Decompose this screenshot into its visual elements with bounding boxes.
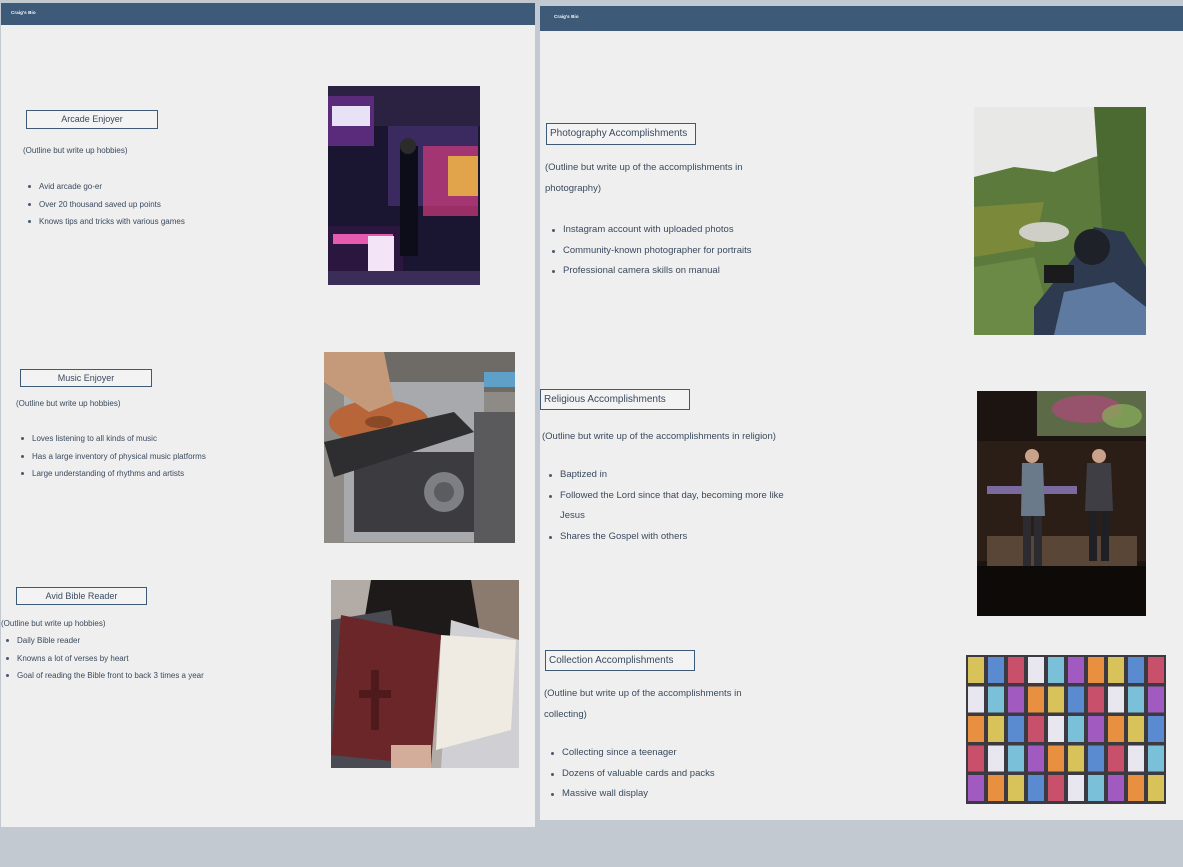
list-item-line: Followed the Lord since that day, becomi…	[560, 489, 784, 501]
list-item: Has a large inventory of physical music …	[18, 448, 206, 466]
section-note: (Outline but write up of the accomplishm…	[544, 683, 741, 725]
section-note: (Outline but write up of the accomplishm…	[545, 157, 742, 199]
list-item: Professional camera skills on manual	[549, 261, 752, 282]
section-title: Photography Accomplishments	[550, 128, 688, 139]
list-item: Over 20 thousand saved up points	[25, 196, 185, 214]
section-list: Collecting since a teenager Dozens of va…	[548, 743, 715, 805]
list-item: Instagram account with uploaded photos	[549, 220, 752, 241]
hobby-title: Music Enjoyer	[57, 373, 115, 383]
list-item: Avid arcade go-er	[25, 178, 185, 196]
list-item: Community-known photographer for portrai…	[549, 241, 752, 262]
list-item: Loves listening to all kinds of music	[18, 430, 206, 448]
hobby-note: (Outline but write up hobbies)	[1, 619, 106, 628]
hobby-title: Avid Bible Reader	[45, 591, 118, 601]
hobby-list: Loves listening to all kinds of music Ha…	[18, 430, 206, 483]
top-bar: Craig's Bio	[1, 3, 535, 25]
garden-photographer-photo	[974, 107, 1146, 335]
list-item: Knows tips and tricks with various games	[25, 213, 185, 231]
section-title-box: Collection Accomplishments	[545, 650, 695, 671]
list-item: Followed the Lord since that day, becomi…	[546, 486, 784, 527]
hobby-list: Avid arcade go-er Over 20 thousand saved…	[25, 178, 185, 231]
hobby-title: Arcade Enjoyer	[61, 114, 123, 124]
section-title: Religious Accomplishments	[544, 394, 666, 405]
section-list: Instagram account with uploaded photos C…	[549, 220, 752, 282]
list-item: Large understanding of rhythms and artis…	[18, 465, 206, 483]
list-item: Dozens of valuable cards and packs	[548, 764, 715, 785]
hobby-note: (Outline but write up hobbies)	[16, 399, 121, 408]
card-packs-wall-photo	[966, 655, 1166, 804]
hobby-title-box: Arcade Enjoyer	[26, 110, 158, 129]
hobby-note: (Outline but write up hobbies)	[23, 146, 128, 155]
list-item: Baptized in	[546, 465, 784, 486]
cd-player-photo	[324, 352, 515, 543]
note-line: collecting)	[544, 709, 587, 720]
list-item: Goal of reading the Bible front to back …	[3, 667, 204, 685]
hobby-list: Daily Bible reader Knowns a lot of verse…	[3, 632, 204, 685]
section-list: Baptized in Followed the Lord since that…	[546, 465, 784, 547]
site-brand[interactable]: Craig's Bio	[11, 10, 36, 15]
bottom-band	[0, 827, 1183, 867]
list-item: Shares the Gospel with others	[546, 527, 784, 548]
hobby-title-box: Avid Bible Reader	[16, 587, 147, 605]
hobby-title-box: Music Enjoyer	[20, 369, 152, 387]
bible-reading-photo	[331, 580, 519, 768]
section-title-box: Religious Accomplishments	[540, 389, 690, 410]
section-note: (Outline but write up of the accomplishm…	[542, 426, 776, 447]
list-item-line: Jesus	[560, 510, 585, 521]
bio-page-right: Craig's Bio Photography Accomplishments …	[540, 6, 1183, 820]
top-bar: Craig's Bio	[540, 6, 1183, 31]
note-line: (Outline but write up of the accomplishm…	[542, 431, 776, 442]
note-line: photography)	[545, 183, 601, 194]
site-brand[interactable]: Craig's Bio	[554, 14, 579, 19]
arcade-photo	[328, 86, 480, 285]
stage-speakers-photo	[977, 391, 1146, 616]
list-item-line: Baptized in	[560, 469, 608, 480]
list-item-line: Shares the Gospel with others	[560, 530, 688, 542]
list-item: Daily Bible reader	[3, 632, 204, 650]
list-item: Massive wall display	[548, 784, 715, 805]
list-item: Collecting since a teenager	[548, 743, 715, 764]
bio-page-left: Craig's Bio Arcade Enjoyer (Outline but …	[1, 3, 535, 827]
list-item: Knowns a lot of verses by heart	[3, 650, 204, 668]
note-line: (Outline but write up of the accomplishm…	[545, 162, 743, 173]
section-title-box: Photography Accomplishments	[546, 123, 696, 145]
section-title: Collection Accomplishments	[549, 655, 674, 666]
note-line: (Outline but write up of the accomplishm…	[544, 688, 742, 699]
